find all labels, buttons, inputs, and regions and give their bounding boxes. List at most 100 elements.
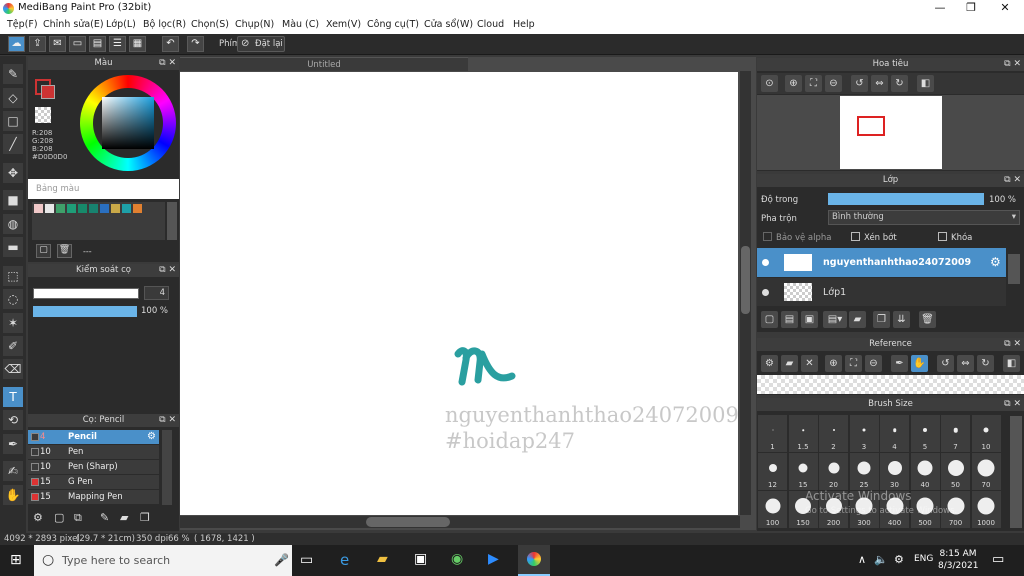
brush-size-cell[interactable]: 15 — [788, 453, 818, 490]
visibility-icon[interactable] — [762, 259, 769, 266]
line-tool-icon[interactable]: ╱ — [3, 134, 23, 154]
select-eraser-icon[interactable]: ⌫ — [3, 359, 23, 379]
zoom-out-icon[interactable]: ⊖ — [825, 75, 842, 92]
delete-layer-icon[interactable]: 🗑 — [919, 311, 936, 328]
add-brush-icon[interactable]: ⚙ — [33, 511, 43, 524]
new-page-icon[interactable]: ▢ — [36, 244, 51, 258]
rotate-left-icon[interactable]: ↺ — [851, 75, 868, 92]
grid-icon[interactable]: ▦ — [129, 36, 146, 52]
clipping-checkbox[interactable] — [851, 232, 860, 241]
palette-swatch[interactable] — [100, 204, 109, 213]
brush-size-cell[interactable]: 1 — [758, 415, 787, 452]
panel-close-icon[interactable]: ⧉ ✕ — [159, 57, 176, 70]
brush-size-cell[interactable]: 70 — [971, 453, 1001, 490]
reference-close-icon[interactable]: ✕ — [801, 355, 818, 372]
layer-folder-icon[interactable]: ▰ — [849, 311, 866, 328]
trash-icon[interactable]: 🗑 — [57, 244, 72, 258]
file-explorer-icon[interactable]: ▰ — [377, 551, 388, 567]
menu-select[interactable]: Chọn(S) — [191, 19, 229, 30]
edit-brush-icon[interactable]: ✎ — [100, 511, 109, 524]
task-view-icon[interactable]: ▭ — [300, 552, 313, 568]
layer-opacity-slider[interactable] — [828, 193, 984, 205]
minimize-button[interactable]: — — [925, 0, 955, 17]
document-icon[interactable]: ▤ — [89, 36, 106, 52]
eyedropper-tool-icon[interactable]: ✒ — [3, 434, 23, 454]
panel-close-icon[interactable]: ⧉ ✕ — [159, 414, 176, 427]
palette-swatch[interactable] — [133, 204, 142, 213]
panel-close-icon[interactable]: ⧉ ✕ — [1004, 398, 1021, 411]
reference-flip-icon[interactable]: ⇔ — [957, 355, 974, 372]
vertical-scrollbar[interactable] — [740, 71, 751, 515]
protect-alpha-checkbox[interactable] — [763, 232, 772, 241]
bucket-tool-icon[interactable]: ◍ — [3, 214, 23, 234]
brush-size-cell[interactable]: 4 — [880, 415, 909, 452]
pen-tool-icon[interactable]: ✍ — [3, 461, 23, 481]
navigator-preview[interactable] — [757, 95, 1024, 170]
brush-list-item[interactable]: 4 Pencil ⚙ — [28, 430, 159, 444]
reference-eyedropper-icon[interactable]: ✒ — [891, 355, 908, 372]
close-button[interactable]: ✕ — [990, 0, 1020, 17]
chat-icon[interactable]: ▭ — [69, 36, 86, 52]
select-pen-icon[interactable]: ✐ — [3, 336, 23, 356]
brush-size-cell[interactable]: 50 — [941, 453, 970, 490]
hand-tool-icon[interactable]: ✋ — [3, 485, 23, 505]
eraser-tool-icon[interactable]: ◇ — [3, 88, 23, 108]
fill-rect-tool-icon[interactable]: ■ — [3, 190, 23, 210]
layer-settings-icon[interactable]: ⚙ — [990, 255, 1001, 269]
secondary-color-swatch[interactable] — [41, 85, 55, 99]
menu-capture[interactable]: Chụp(N) — [235, 19, 274, 30]
brush-list-item[interactable]: 15 Mapping Pen — [28, 490, 159, 504]
brush-size-cell[interactable]: 100 — [758, 491, 787, 528]
layer-menu-icon[interactable]: ▤▾ — [823, 311, 847, 328]
document-tab[interactable]: Untitled — [180, 57, 468, 71]
menu-window[interactable]: Cửa sổ(W) — [424, 19, 473, 30]
new-8bit-layer-icon[interactable]: ▣ — [801, 311, 818, 328]
clock[interactable]: 8:15 AM 8/3/2021 — [938, 548, 978, 572]
brush-size-cell[interactable]: 7 — [941, 415, 970, 452]
comment-icon[interactable]: ✉ — [49, 36, 66, 52]
flip-icon[interactable]: ⇔ — [871, 75, 888, 92]
reference-fit-icon[interactable]: ⛶ — [845, 355, 862, 372]
menu-view[interactable]: Xem(V) — [326, 19, 361, 30]
brush-size-cell[interactable]: 3 — [849, 415, 879, 452]
redo-icon[interactable]: ↷ — [187, 36, 204, 52]
saturation-square[interactable] — [102, 97, 154, 149]
palette-swatch[interactable] — [78, 204, 87, 213]
speaker-icon[interactable]: 🔈 — [874, 553, 888, 566]
operation-tool-icon[interactable]: ⟲ — [3, 410, 23, 430]
list-icon[interactable]: ☰ — [109, 36, 126, 52]
blend-mode-select[interactable]: Bình thường ▾ — [828, 210, 1020, 225]
rectangle-tool-icon[interactable]: □ — [3, 111, 23, 131]
app-icon[interactable]: ◉ — [451, 551, 463, 567]
reference-rotate-left-icon[interactable]: ↺ — [937, 355, 954, 372]
reference-rotate-right-icon[interactable]: ↻ — [977, 355, 994, 372]
lasso-tool-icon[interactable]: ◌ — [3, 289, 23, 309]
brush-settings-icon[interactable]: ⚙ — [147, 430, 156, 444]
reference-preview[interactable] — [757, 375, 1024, 394]
menu-cloud[interactable]: Cloud — [477, 19, 504, 30]
mirror-icon[interactable]: ◧ — [917, 75, 934, 92]
zoom-in-icon[interactable]: ⊕ — [785, 75, 802, 92]
panel-close-icon[interactable]: ⧉ ✕ — [1004, 174, 1021, 187]
brush-size-cell[interactable]: 20 — [819, 453, 848, 490]
zoom-app-icon[interactable]: ▶ — [488, 551, 499, 567]
menu-help[interactable]: Help — [513, 19, 535, 30]
reference-add-icon[interactable]: ⚙ — [761, 355, 778, 372]
menu-edit[interactable]: Chỉnh sửa(E) — [43, 19, 104, 30]
upload-icon[interactable]: ⇪ — [29, 36, 46, 52]
select-tool-icon[interactable]: ⬚ — [3, 266, 23, 286]
palette-swatch[interactable] — [111, 204, 120, 213]
size-value[interactable]: 4 — [144, 286, 169, 300]
brush-tool-icon[interactable]: ✎ — [3, 64, 23, 84]
reference-open-icon[interactable]: ▰ — [781, 355, 798, 372]
brush-size-cell[interactable]: 1.5 — [788, 415, 818, 452]
panel-close-icon[interactable]: ⧉ ✕ — [1004, 58, 1021, 71]
gradient-tool-icon[interactable]: ▬ — [3, 237, 23, 257]
edge-icon[interactable]: e — [340, 551, 349, 569]
layer-scrollbar[interactable] — [1008, 254, 1020, 284]
layer-row[interactable]: Lớp1 — [757, 278, 1006, 306]
visibility-icon[interactable] — [762, 289, 769, 296]
menu-color[interactable]: Màu (C) — [282, 19, 319, 30]
panel-close-icon[interactable]: ⧉ ✕ — [159, 264, 176, 277]
menu-layer[interactable]: Lớp(L) — [106, 19, 136, 30]
